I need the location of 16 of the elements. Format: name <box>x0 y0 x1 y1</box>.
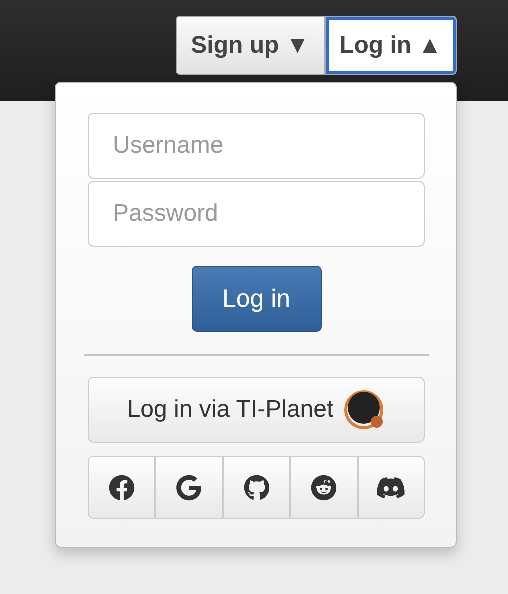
reddit-icon <box>310 474 337 500</box>
external-login-button[interactable]: Log in via TI-Planet <box>88 377 425 443</box>
github-icon <box>244 474 270 500</box>
username-field[interactable]: Username <box>88 113 425 179</box>
google-icon <box>176 474 202 500</box>
login-button[interactable]: Log in <box>192 266 322 332</box>
password-field[interactable]: Password <box>88 181 425 247</box>
nav-button[interactable]: Sign up ▼ <box>176 16 325 75</box>
reddit-login-button[interactable] <box>289 457 357 518</box>
discord-login-button[interactable] <box>356 457 424 518</box>
facebook-icon <box>108 474 135 500</box>
planet-logo-icon <box>344 389 386 431</box>
google-login-button[interactable] <box>154 457 222 518</box>
github-login-button[interactable] <box>222 457 290 518</box>
facebook-login-button[interactable] <box>89 457 154 518</box>
nav-button[interactable]: Log in ▲ <box>324 16 457 75</box>
